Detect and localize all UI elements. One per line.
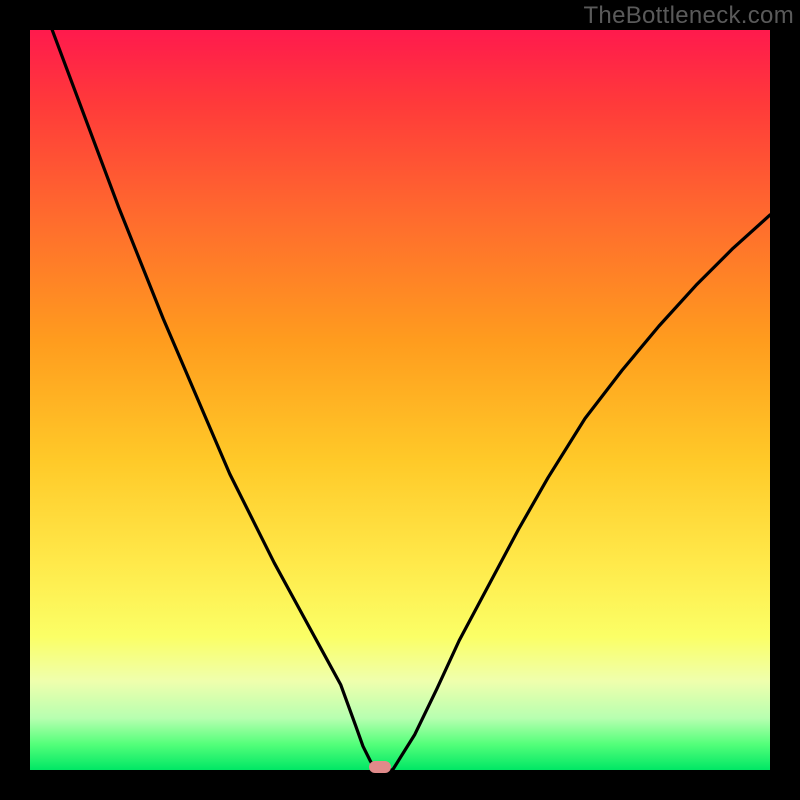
bottleneck-curve xyxy=(52,30,770,770)
plot-area xyxy=(30,30,770,770)
chart-frame: TheBottleneck.com xyxy=(0,0,800,800)
watermark-text: TheBottleneck.com xyxy=(583,2,794,30)
curve-svg xyxy=(30,30,770,770)
optimum-marker xyxy=(369,761,391,773)
